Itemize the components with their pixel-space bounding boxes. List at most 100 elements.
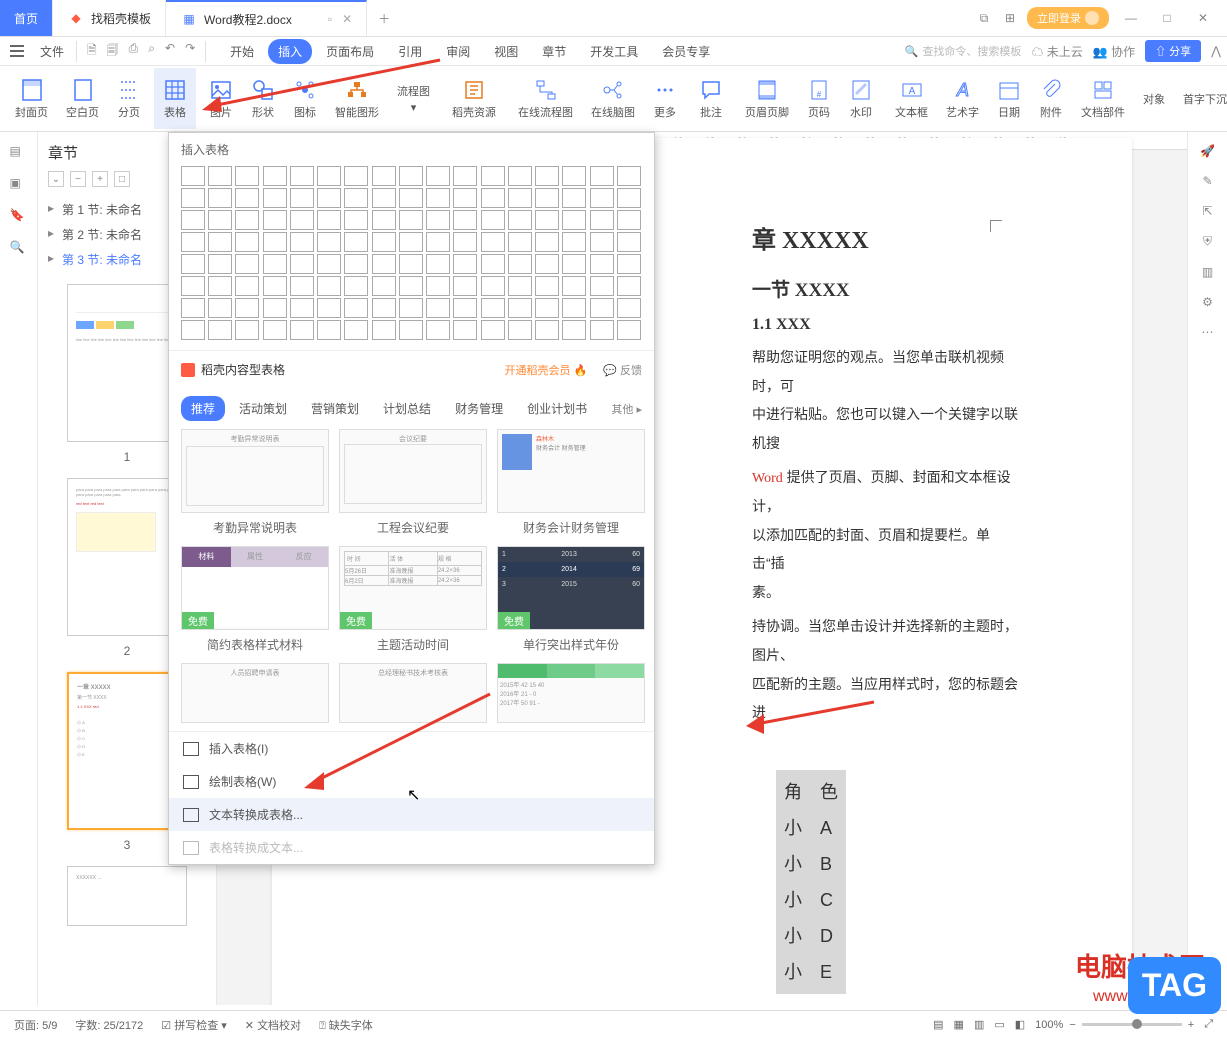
max-button[interactable]: □	[1153, 11, 1181, 25]
cloud-status[interactable]: ☁ 未上云	[1031, 43, 1082, 60]
margin-marker	[990, 220, 1002, 232]
tab-templates[interactable]: ◆ 找稻壳模板	[53, 0, 166, 36]
shield-icon[interactable]: ⛨	[1203, 234, 1212, 249]
docer-member-link[interactable]: 开通稻壳会员 🔥	[504, 362, 587, 378]
ruler-toggle-icon[interactable]: ◧	[1015, 1018, 1025, 1031]
command-search[interactable]: 🔍 查找命令、搜索模板	[905, 43, 1022, 59]
tab-view[interactable]: 视图	[484, 39, 528, 64]
r-comment[interactable]: 批注	[690, 68, 732, 129]
r-pagebreak[interactable]: 分页	[108, 68, 150, 129]
r-table[interactable]: 表格	[154, 68, 196, 129]
tab-menu-icon[interactable]: ▫	[328, 12, 332, 26]
coop-button[interactable]: 👥 协作	[1093, 43, 1135, 60]
view-page-icon[interactable]: ▤	[933, 1018, 943, 1031]
page-thumb-4[interactable]: XXXXXX ...	[67, 866, 187, 926]
more-icon[interactable]: ⋀	[1211, 44, 1221, 58]
outline-icon[interactable]: ▤	[10, 144, 28, 162]
new-tab-button[interactable]: ＋	[367, 0, 401, 36]
sb-words[interactable]: 字数: 25/2172	[75, 1017, 143, 1033]
tpltab-3[interactable]: 计划总结	[373, 396, 441, 421]
tpl-card-4[interactable]: 材料属性反应免费简约表格样式材料	[181, 546, 329, 653]
app-icon[interactable]: ▥	[1202, 265, 1213, 279]
tpltab-4[interactable]: 财务管理	[445, 396, 513, 421]
r-dropcap[interactable]: 首字下沉	[1174, 68, 1227, 129]
thumbs-icon[interactable]: ▣	[10, 176, 28, 194]
quick-access: 🗎 🗐 ⎙ ⌕ ↶ ↷	[76, 41, 206, 62]
table-size-grid[interactable]	[169, 166, 654, 350]
tpltab-recommend[interactable]: 推荐	[181, 396, 225, 421]
r-date[interactable]: 日期	[988, 68, 1030, 129]
tab-chapter[interactable]: 章节	[532, 39, 576, 64]
r-onlineflow[interactable]: 在线流程图	[509, 68, 582, 129]
zoom-control[interactable]: 100%−+	[1035, 1019, 1194, 1031]
r-mindmap[interactable]: 在线脑图	[582, 68, 644, 129]
tab-member[interactable]: 会员专享	[652, 39, 720, 64]
nav-square-icon[interactable]: □	[114, 171, 130, 187]
nav-collapse-icon[interactable]: ⌄	[48, 171, 64, 187]
r-docparts[interactable]: 文档部件	[1072, 68, 1134, 129]
save-icon[interactable]: 🗎	[87, 41, 97, 62]
r-blank[interactable]: 空白页	[57, 68, 108, 129]
tpl-card-6[interactable]: 120136022014693201560免费单行突出样式年份	[497, 546, 645, 653]
file-menu[interactable]: 文件	[32, 43, 72, 60]
fit-icon[interactable]: ⤢	[1204, 1018, 1213, 1031]
close-tab-icon[interactable]: ✕	[342, 12, 352, 26]
feedback-link[interactable]: 💬 反馈	[603, 362, 642, 378]
tab-home[interactable]: 首页	[0, 0, 53, 36]
sb-missing[interactable]: ⍰ 缺失字体	[319, 1017, 373, 1033]
cursor-icon[interactable]: ⇱	[1202, 204, 1212, 218]
r-wordart[interactable]: A艺术字	[937, 68, 988, 129]
close-button[interactable]: ✕	[1189, 11, 1217, 25]
rocket-icon[interactable]: 🚀	[1200, 144, 1215, 158]
undo-icon[interactable]: ↶	[165, 41, 175, 62]
sb-spell[interactable]: ☑ 拼写检查 ▾	[161, 1017, 227, 1033]
tpl-card-3[interactable]: 森林木财务会计 财务管理财务会计财务管理	[497, 429, 645, 536]
more2-icon[interactable]: ⋯	[1202, 325, 1214, 339]
r-cover[interactable]: 封面页	[6, 68, 57, 129]
gear-icon[interactable]: ⚙	[1202, 295, 1213, 309]
login-button[interactable]: 立即登录	[1027, 7, 1109, 29]
redo-icon[interactable]: ↷	[185, 41, 195, 62]
grid-icon[interactable]: ⊞	[1001, 9, 1019, 27]
nav-plus-icon[interactable]: +	[92, 171, 108, 187]
min-button[interactable]: —	[1117, 11, 1145, 25]
tpl-card-9[interactable]: 2015年 42 15 402016年 21 - 02017年 50 91 -	[497, 663, 645, 723]
view-read-icon[interactable]: ▭	[994, 1018, 1004, 1031]
titlebar: 首页 ◆ 找稻壳模板 ▦ Word教程2.docx ▫ ✕ ＋ ⧉ ⊞ 立即登录…	[0, 0, 1227, 37]
preview-icon[interactable]: ⌕	[148, 41, 155, 62]
tpl-card-1[interactable]: 考勤异常说明表考勤异常说明表	[181, 429, 329, 536]
tpltab-more[interactable]: 其他 ▸	[611, 401, 642, 417]
tpl-card-2[interactable]: 会议纪要工程会议纪要	[339, 429, 487, 536]
sb-page[interactable]: 页面: 5/9	[14, 1017, 57, 1033]
tpl-card-5[interactable]: 时 间活 体规 格5月26日准海晚报24.2×366月2日准海晚报24.2×36…	[339, 546, 487, 653]
r-attach[interactable]: 附件	[1030, 68, 1072, 129]
r-object[interactable]: 对象	[1134, 68, 1174, 129]
tab-document[interactable]: ▦ Word教程2.docx ▫ ✕	[166, 0, 367, 36]
r-docer[interactable]: 稻壳资源	[443, 68, 505, 129]
tpltab-2[interactable]: 营销策划	[301, 396, 369, 421]
sb-proof[interactable]: ✕ 文档校对	[245, 1017, 301, 1033]
r-watermark[interactable]: 水印	[840, 68, 882, 129]
tab-dev[interactable]: 开发工具	[580, 39, 648, 64]
r-pagenum[interactable]: #页码	[798, 68, 840, 129]
hamburger-icon[interactable]	[6, 41, 28, 61]
layout-icon1[interactable]: ⧉	[975, 9, 993, 27]
selected-text-block[interactable]: 角色 小A 小B 小C 小D 小E	[776, 770, 846, 994]
view-web-icon[interactable]: ▥	[974, 1018, 984, 1031]
saveas-icon[interactable]: 🗐	[107, 41, 119, 62]
bookmark-icon[interactable]: 🔖	[10, 208, 28, 226]
r-headerfooter[interactable]: 页眉页脚	[736, 68, 798, 129]
pen-icon[interactable]: ✎	[1202, 174, 1212, 188]
tpltab-1[interactable]: 活动策划	[229, 396, 297, 421]
ribbon-insert: 封面页 空白页 分页 表格 图片 形状 图标 智能图形 流程图▾ 稻壳资源 在线…	[0, 66, 1227, 132]
nav-minus-icon[interactable]: −	[70, 171, 86, 187]
tpltab-5[interactable]: 创业计划书	[517, 396, 597, 421]
r-textbox[interactable]: A文本框	[886, 68, 937, 129]
r-more[interactable]: 更多	[644, 68, 686, 129]
view-outline-icon[interactable]: ▦	[954, 1018, 964, 1031]
share-button[interactable]: ⇧ 分享	[1145, 40, 1201, 62]
print-icon[interactable]: ⎙	[129, 41, 139, 62]
word-icon: ▦	[180, 10, 198, 28]
find-icon[interactable]: 🔍	[10, 240, 28, 258]
pencil-table-icon	[183, 775, 199, 789]
